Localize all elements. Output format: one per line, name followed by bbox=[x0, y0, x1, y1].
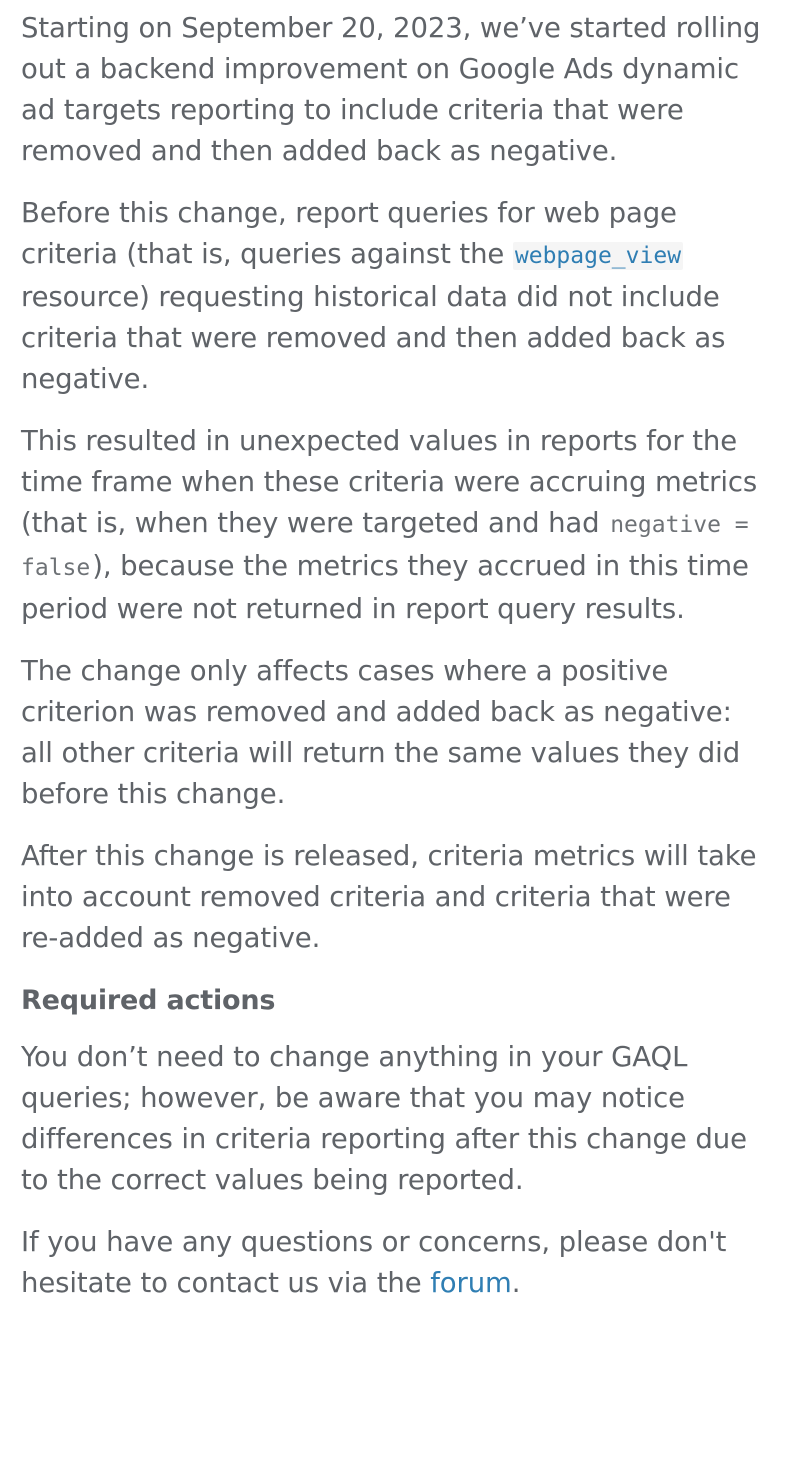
paragraph-text: The change only affects cases where a po… bbox=[21, 655, 741, 810]
paragraph-text-tail: ), because the metrics they accrued in t… bbox=[21, 550, 749, 625]
paragraph-text-tail: . bbox=[511, 1267, 521, 1299]
paragraph-before-change: Before this change, report queries for w… bbox=[21, 193, 770, 400]
paragraph-affected-cases: The change only affects cases where a po… bbox=[21, 651, 770, 815]
article-body: Starting on September 20, 2023, we’ve st… bbox=[0, 8, 800, 1304]
paragraph-text: You don’t need to change anything in you… bbox=[21, 1041, 747, 1196]
paragraph-text-lead: If you have any questions or concerns, p… bbox=[21, 1226, 727, 1299]
inline-code-webpage-view: webpage_view bbox=[512, 242, 684, 270]
paragraph-gaql-guidance: You don’t need to change anything in you… bbox=[21, 1037, 770, 1201]
forum-link[interactable]: forum bbox=[430, 1267, 512, 1299]
heading-required-actions: Required actions bbox=[21, 985, 276, 1016]
paragraph-unexpected-values: This resulted in unexpected values in re… bbox=[21, 421, 770, 630]
paragraph-rollout-announcement: Starting on September 20, 2023, we’ve st… bbox=[21, 8, 770, 172]
paragraph-text: After this change is released, criteria … bbox=[21, 840, 757, 954]
paragraph-text: Starting on September 20, 2023, we’ve st… bbox=[21, 12, 761, 167]
paragraph-contact-us: If you have any questions or concerns, p… bbox=[21, 1222, 770, 1304]
paragraph-text-tail: resource) requesting historical data did… bbox=[21, 281, 726, 395]
paragraph-after-change: After this change is released, criteria … bbox=[21, 836, 770, 959]
